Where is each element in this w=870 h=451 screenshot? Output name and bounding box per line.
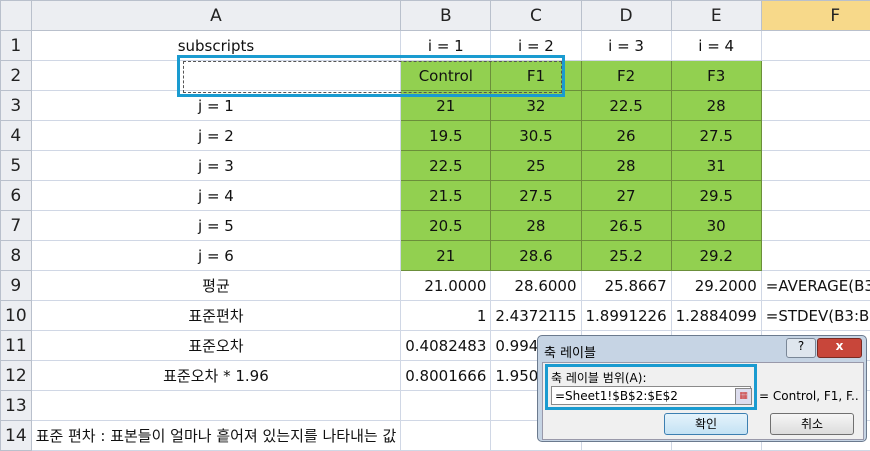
cell-a5[interactable]: j = 3 <box>31 151 401 181</box>
cell-e6[interactable]: 29.5 <box>671 181 761 211</box>
cell-c7[interactable]: 28 <box>491 211 581 241</box>
cell-d7[interactable]: 26.5 <box>581 211 671 241</box>
column-header-e[interactable]: E <box>671 1 761 31</box>
row-header[interactable]: 1 <box>1 31 32 61</box>
row-header[interactable]: 5 <box>1 151 32 181</box>
cell-c10[interactable]: 2.4372115 <box>491 301 581 331</box>
sheet-row: 10표준편차12.43721151.89912261.2884099=STDEV… <box>1 301 870 331</box>
cell-f2[interactable] <box>761 61 870 91</box>
cell-c9[interactable]: 28.6000 <box>491 271 581 301</box>
column-header-b[interactable]: B <box>401 1 491 31</box>
cell-c6[interactable]: 27.5 <box>491 181 581 211</box>
cell-b11[interactable]: 0.4082483 <box>401 331 491 361</box>
cell-f3[interactable] <box>761 91 870 121</box>
cell-d5[interactable]: 28 <box>581 151 671 181</box>
cell-b14[interactable] <box>401 421 491 451</box>
help-button[interactable]: ? <box>786 338 816 358</box>
cell-a6[interactable]: j = 4 <box>31 181 401 211</box>
cell-a12[interactable]: 표준오차 * 1.96 <box>31 361 401 391</box>
row-header[interactable]: 13 <box>1 391 32 421</box>
cell-e2[interactable]: F3 <box>671 61 761 91</box>
cell-b9[interactable]: 21.0000 <box>401 271 491 301</box>
cell-a10[interactable]: 표준편차 <box>31 301 401 331</box>
cell-f1[interactable] <box>761 31 870 61</box>
cell-f5[interactable] <box>761 151 870 181</box>
cell-f6[interactable] <box>761 181 870 211</box>
cell-e4[interactable]: 27.5 <box>671 121 761 151</box>
sheet-row: 5j = 322.5252831 <box>1 151 870 181</box>
cell-b12[interactable]: 0.8001666 <box>401 361 491 391</box>
cell-d8[interactable]: 25.2 <box>581 241 671 271</box>
row-header[interactable]: 9 <box>1 271 32 301</box>
cell-e9[interactable]: 29.2000 <box>671 271 761 301</box>
cell-a14[interactable]: 표준 편차 : 표본들이 얼마나 흩어져 있는지를 나타내는 값 <box>31 421 401 451</box>
sheet-row: 7j = 520.52826.530 <box>1 211 870 241</box>
row-header[interactable]: 2 <box>1 61 32 91</box>
row-header[interactable]: 8 <box>1 241 32 271</box>
cell-e3[interactable]: 28 <box>671 91 761 121</box>
cell-d2[interactable]: F2 <box>581 61 671 91</box>
cell-a13[interactable] <box>31 391 401 421</box>
sheet-row: 9평균21.000028.600025.866729.2000=AVERAGE(… <box>1 271 870 301</box>
sheet-row: 4j = 219.530.52627.5 <box>1 121 870 151</box>
copy-range-marquee <box>183 61 562 93</box>
cell-c8[interactable]: 28.6 <box>491 241 581 271</box>
cell-f9[interactable]: =AVERAGE(B3:B8) <box>761 271 870 301</box>
cell-d10[interactable]: 1.8991226 <box>581 301 671 331</box>
cell-b6[interactable]: 21.5 <box>401 181 491 211</box>
column-header-c[interactable]: C <box>491 1 581 31</box>
sheet-row: 6j = 421.527.52729.5 <box>1 181 870 211</box>
column-header-a[interactable]: A <box>31 1 401 31</box>
cell-e10[interactable]: 1.2884099 <box>671 301 761 331</box>
row-header[interactable]: 14 <box>1 421 32 451</box>
cell-a8[interactable]: j = 6 <box>31 241 401 271</box>
select-all-corner[interactable] <box>1 1 32 31</box>
column-header-d[interactable]: D <box>581 1 671 31</box>
dialog-body: 축 레이블 범위(A): =Sheet1!$B$2:$E$2 ▦ = Contr… <box>542 362 864 440</box>
dialog-title: 축 레이블 <box>544 342 596 361</box>
input-highlight <box>545 364 757 410</box>
cell-e7[interactable]: 30 <box>671 211 761 241</box>
row-header[interactable]: 11 <box>1 331 32 361</box>
row-header[interactable]: 6 <box>1 181 32 211</box>
row-header[interactable]: 4 <box>1 121 32 151</box>
cell-a7[interactable]: j = 5 <box>31 211 401 241</box>
row-header[interactable]: 7 <box>1 211 32 241</box>
cell-b7[interactable]: 20.5 <box>401 211 491 241</box>
cell-f10[interactable]: =STDEV(B3:B8) <box>761 301 870 331</box>
cell-c4[interactable]: 30.5 <box>491 121 581 151</box>
cell-d9[interactable]: 25.8667 <box>581 271 671 301</box>
cell-f8[interactable] <box>761 241 870 271</box>
cell-a11[interactable]: 표준오차 <box>31 331 401 361</box>
cell-f7[interactable] <box>761 211 870 241</box>
cell-b5[interactable]: 22.5 <box>401 151 491 181</box>
cell-b8[interactable]: 21 <box>401 241 491 271</box>
cell-d1[interactable]: i = 3 <box>581 31 671 61</box>
cell-d4[interactable]: 26 <box>581 121 671 151</box>
cell-e8[interactable]: 29.2 <box>671 241 761 271</box>
sheet-row: 8j = 62128.625.229.2 <box>1 241 870 271</box>
row-header[interactable]: 3 <box>1 91 32 121</box>
ok-button[interactable]: 확인 <box>664 413 748 435</box>
cell-b10[interactable]: 1 <box>401 301 491 331</box>
axis-label-dialog: 축 레이블 ? x 축 레이블 범위(A): =Sheet1!$B$2:$E$2… <box>537 335 867 442</box>
cancel-button[interactable]: 취소 <box>770 413 854 435</box>
cell-b13[interactable] <box>401 391 491 421</box>
row-header[interactable]: 10 <box>1 301 32 331</box>
row-header[interactable]: 12 <box>1 361 32 391</box>
column-header-f[interactable]: F <box>761 1 870 31</box>
cell-e1[interactable]: i = 4 <box>671 31 761 61</box>
cell-f4[interactable] <box>761 121 870 151</box>
cell-b4[interactable]: 19.5 <box>401 121 491 151</box>
close-button[interactable]: x <box>817 338 862 358</box>
cell-d3[interactable]: 22.5 <box>581 91 671 121</box>
cell-a4[interactable]: j = 2 <box>31 121 401 151</box>
cell-e5[interactable]: 31 <box>671 151 761 181</box>
cell-d6[interactable]: 27 <box>581 181 671 211</box>
range-preview: = Control, F1, F.. <box>759 389 859 403</box>
cell-c5[interactable]: 25 <box>491 151 581 181</box>
cell-a9[interactable]: 평균 <box>31 271 401 301</box>
